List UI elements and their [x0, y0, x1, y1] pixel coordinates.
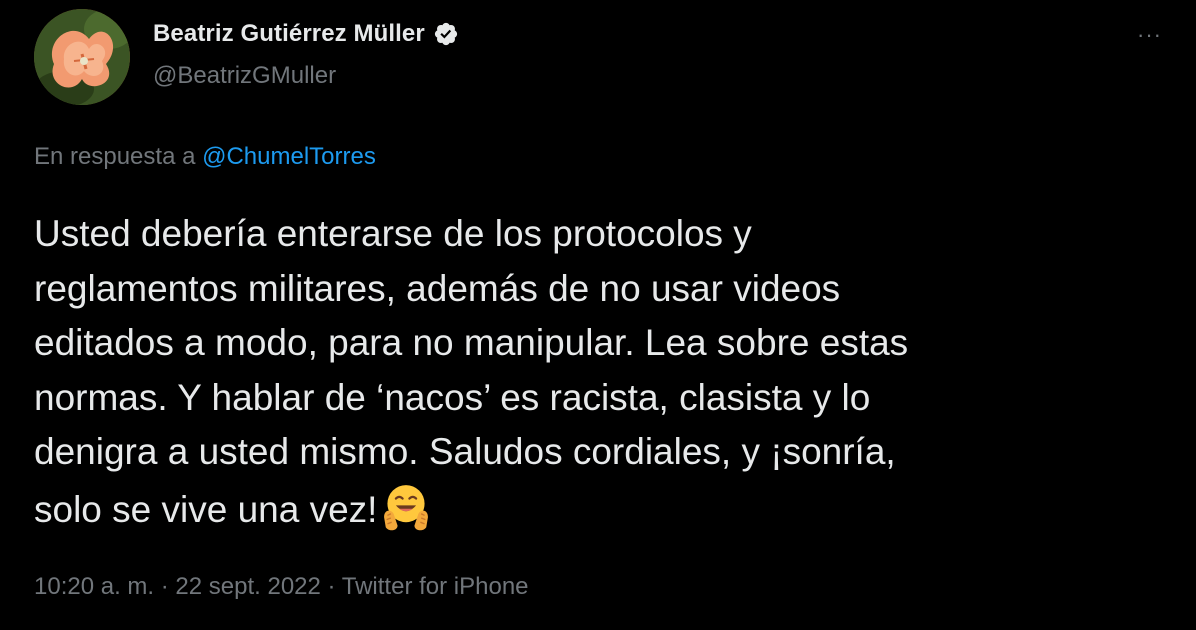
tweet-time[interactable]: 10:20 a. m. — [34, 573, 154, 600]
tweet-date[interactable]: 22 sept. 2022 — [175, 573, 320, 600]
author-name-row[interactable]: Beatriz Gutiérrez Müller — [153, 20, 459, 48]
reply-prefix: En respuesta a — [34, 143, 196, 170]
hugging-face-emoji-icon — [379, 480, 433, 534]
tweet-text: Usted debería enterarse de los protocolo… — [34, 213, 909, 530]
author-display-name[interactable]: Beatriz Gutiérrez Müller — [153, 20, 425, 48]
tweet-source-link[interactable]: Twitter for iPhone — [342, 573, 529, 600]
tweet-body: Usted debería enterarse de los protocolo… — [34, 207, 1154, 537]
avatar[interactable] — [34, 9, 130, 105]
flower-avatar-image — [34, 9, 130, 105]
tweet-metadata: 10:20 a. m. · 22 sept. 2022 · Twitter fo… — [34, 573, 529, 601]
verified-badge-icon — [433, 21, 459, 47]
meta-separator: · — [154, 573, 176, 600]
meta-separator: · — [320, 573, 342, 600]
author-handle[interactable]: @BeatrizGMuller — [153, 62, 336, 90]
tweet-card: Beatriz Gutiérrez Müller @BeatrizGMuller… — [0, 0, 1196, 630]
reply-context: En respuesta a @ChumelTorres — [34, 143, 376, 171]
reply-mention-link[interactable]: @ChumelTorres — [202, 143, 376, 170]
more-options-icon[interactable]: ··· — [1137, 22, 1162, 48]
